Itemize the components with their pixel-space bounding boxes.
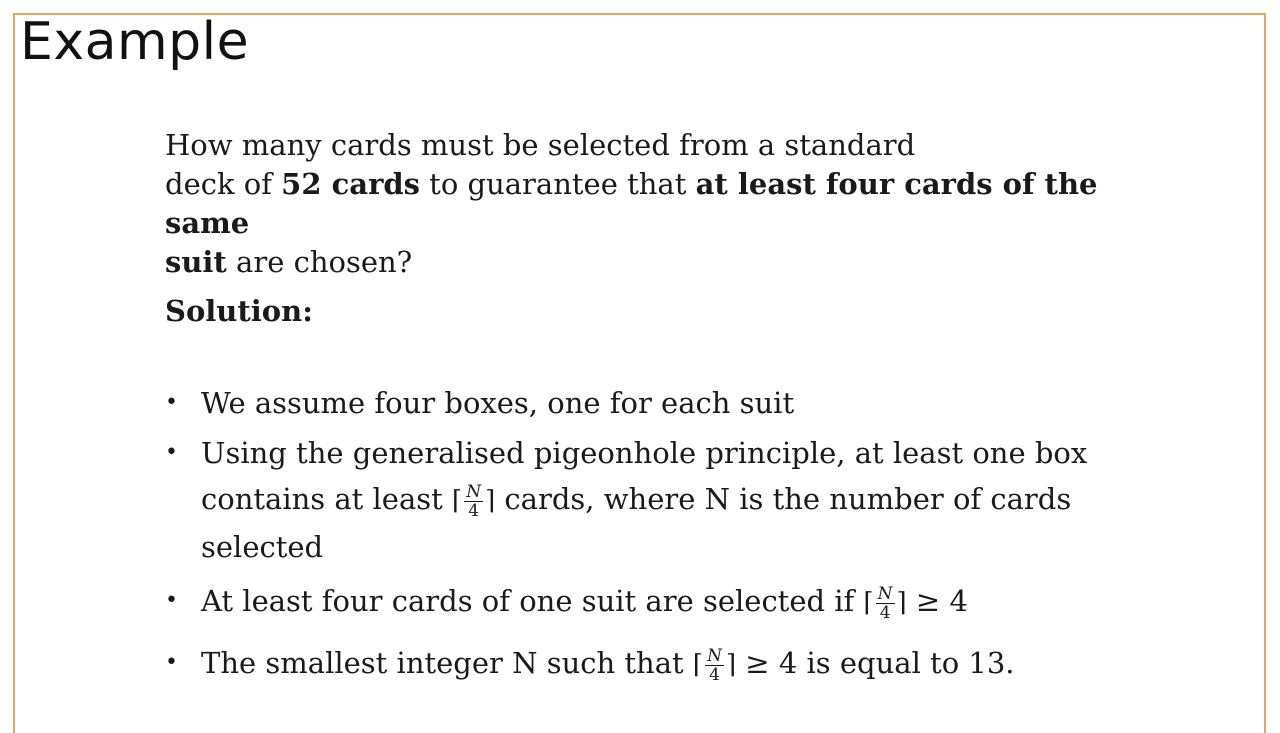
ceil-right: ⌉ [725,650,737,680]
question-part3: to guarantee that [419,167,696,201]
bullet-item-2: • Using the generalised pigeonhole princ… [165,430,1165,570]
fraction-numerator: N [464,481,484,502]
fraction-numerator: N [875,583,895,604]
ceil-right: ⌉ [896,588,907,618]
fraction: N4 [875,583,895,623]
bullet-item-4: • The smallest integer N such that ⌈ N 4 ⌉ … [165,640,1165,688]
bullet-1-text: We assume four boxes, one for each suit [201,386,795,420]
fraction-denominator: 4 [709,664,720,685]
question-part2: deck of [165,167,282,201]
ceil-left: ⌈ [863,588,874,618]
question-part4: are chosen? [226,245,413,279]
bullet-item-3: • At least four cards of one suit are se… [165,578,1165,626]
slide-title: Example [20,12,250,72]
bullet-4-text-b: ≥ 4 is equal to 13. [736,646,1015,680]
solution-label: Solution: [165,294,313,328]
bullet-4-text-a: The smallest integer N such that [201,646,693,680]
fraction: N4 [705,647,724,684]
question-text: How many cards must be selected from a s… [165,126,1165,282]
bullet-3-text-a: At least four cards of one suit are sele… [201,584,864,618]
bullet-2-text-a: Using the generalised pigeonhole princip… [201,436,1088,470]
bullet-dot: • [165,650,178,675]
question-bold-52-cards: 52 cards [281,167,420,201]
bullet-2-text-d: selected [201,530,324,564]
bullet-2-text-b: contains at least [201,482,453,516]
fraction: N4 [464,481,484,521]
bullet-dot: • [165,390,178,415]
solution-bullet-list: • We assume four boxes, one for each sui… [165,380,1165,688]
fraction-numerator: N [705,645,724,666]
question-part1: How many cards must be selected from a s… [165,128,916,162]
ceil-right: ⌉ [485,486,496,516]
fraction-denominator: 4 [879,602,891,623]
ceiling-fraction: ⌈ N 4 ⌉ [863,584,907,622]
fraction-denominator: 4 [468,500,480,521]
bullet-item-1: • We assume four boxes, one for each sui… [165,380,1165,426]
ceiling-fraction: ⌈ N 4 ⌉ [692,646,737,684]
bullet-3-text-b: ≥ 4 [906,584,968,618]
bullet-dot: • [165,440,178,465]
question-bold-suit: suit [165,245,227,279]
ceil-left: ⌈ [452,486,463,516]
bullet-dot: • [165,588,178,613]
bullet-2-text-c: cards, where N is the number of cards [495,482,1072,516]
ceiling-fraction: ⌈ N 4 ⌉ [452,482,496,520]
ceil-left: ⌈ [692,650,704,680]
